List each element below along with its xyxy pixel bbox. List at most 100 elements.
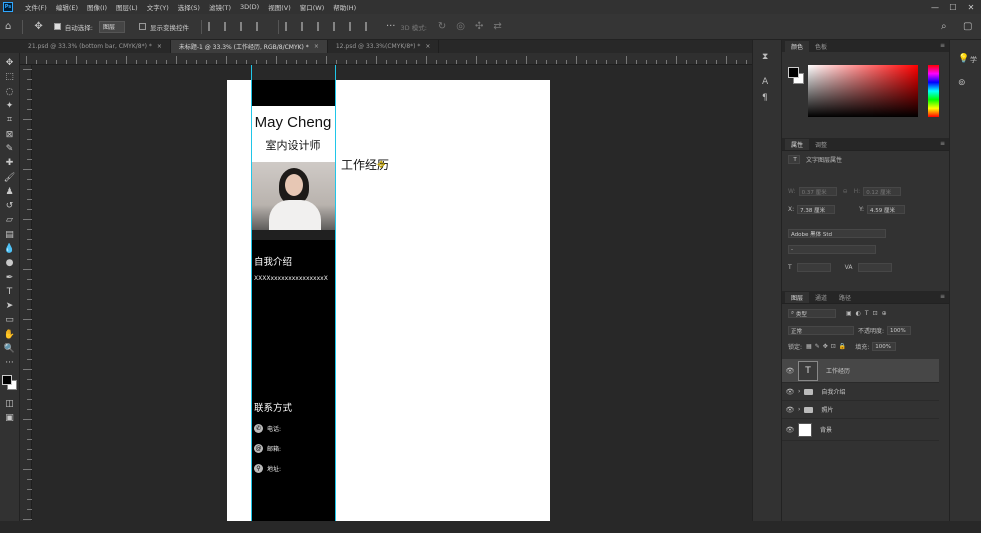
panel-menu-icon[interactable]: ≡ [940,293,945,300]
crop-tool-icon[interactable]: ⌗ [3,113,17,127]
link-icon[interactable]: ⊖ [843,188,848,195]
minimize-button[interactable]: — [928,0,942,14]
distribute-icon[interactable] [255,22,265,31]
align-right-icon[interactable] [239,22,249,31]
menu-edit[interactable]: 编辑(E) [56,2,78,12]
align-hcenter-icon[interactable] [223,22,233,31]
layer-group-intro[interactable]: 👁 › 自我介绍 [782,383,939,401]
blend-mode-dropdown[interactable]: 正常 [788,326,854,335]
hue-slider[interactable] [928,65,939,117]
layer-work-experience[interactable]: 👁 T 工作经历 [782,359,939,383]
tab-21-psd[interactable]: 21.psd @ 33.3% (bottom bar, CMYK/8*) * × [20,40,171,53]
maximize-button[interactable]: ☐ [946,0,960,14]
foreground-color[interactable] [788,67,799,78]
menu-filter[interactable]: 滤镜(T) [209,2,231,12]
lasso-tool-icon[interactable]: ◌ [3,85,17,99]
document-page[interactable]: May Cheng 室内设计师 自我介绍 XXXXxxxxxxxxxxxxxxx… [227,80,550,521]
libraries-icon[interactable]: ⊚ [958,78,966,88]
learn-label[interactable]: 学 [970,55,977,65]
eye-icon[interactable]: 👁 [782,367,798,375]
layer-group-photo[interactable]: 👁 › 照片 [782,401,939,419]
align-vcenter-icon[interactable] [300,22,310,31]
menu-select[interactable]: 选择(S) [178,2,200,12]
close-button[interactable]: ✕ [964,0,978,14]
eraser-icon[interactable]: ▱ [3,213,17,227]
history-brush-icon[interactable]: ↺ [3,199,17,213]
menu-view[interactable]: 视图(V) [268,2,291,12]
tab-paths[interactable]: 路径 [833,292,857,303]
color-swatches[interactable] [1,374,18,391]
quick-mask-icon[interactable]: ◫ [3,397,17,411]
foreground-color[interactable] [1,374,12,385]
paragraph-panel-icon[interactable]: ¶ [762,93,768,103]
gradient-icon[interactable]: ▤ [3,228,17,242]
frame-tool-icon[interactable]: ⊠ [3,127,17,141]
character-panel-icon[interactable]: A [762,77,768,87]
brush-tool-icon[interactable]: 🖌 [3,170,17,184]
marquee-tool-icon[interactable]: ⬚ [3,70,17,84]
eye-icon[interactable]: 👁 [782,388,798,396]
close-tab-icon[interactable]: × [425,43,430,50]
h-field[interactable]: 0.12 厘米 [863,187,902,196]
path-select-icon[interactable]: ➤ [3,299,17,313]
eye-icon[interactable]: 👁 [782,426,798,434]
search-icon[interactable]: ⌕ [941,21,947,32]
color-picker-field[interactable] [808,65,918,117]
type-tool-icon[interactable]: T [3,285,17,299]
zoom-tool-icon[interactable]: 🔍 [3,342,17,356]
align-bottom-icon[interactable] [316,22,326,31]
home-icon[interactable]: ⌂ [5,21,11,32]
lock-icons[interactable]: ▦✎✥⊡🔒 [806,343,849,350]
align-left-icon[interactable] [207,22,217,31]
move-tool-icon[interactable]: ✥ [3,56,17,70]
pen-tool-icon[interactable]: ✒ [3,270,17,284]
layer-background[interactable]: 👁 背景 [782,419,939,441]
menu-layer[interactable]: 图层(L) [116,2,138,12]
auto-select-checkbox[interactable] [53,23,61,30]
tab-adjustments[interactable]: 调整 [809,139,833,150]
font-style-dropdown[interactable]: - [788,245,876,254]
panel-menu-icon[interactable]: ≡ [940,140,945,147]
tab-12-psd[interactable]: 12.psd @ 33.3%(CMYK/8*) * × [328,40,440,53]
tab-color[interactable]: 颜色 [785,41,810,52]
menu-file[interactable]: 文件(F) [25,2,47,12]
menu-3d[interactable]: 3D(D) [240,3,259,11]
hand-tool-icon[interactable]: ✋ [3,328,17,342]
align-baseline-icon[interactable] [332,22,342,31]
tab-layers[interactable]: 图层 [785,292,810,303]
distribute-spacing-icon[interactable] [364,22,374,31]
font-size-field[interactable] [796,263,831,272]
more-options-icon[interactable]: ··· [386,21,396,32]
move-tool-icon[interactable]: ✥ [34,21,42,32]
guide-line-right[interactable] [335,65,336,521]
more-tools-icon[interactable]: ··· [3,356,17,370]
healing-brush-icon[interactable]: ✚ [3,156,17,170]
history-panel-icon[interactable]: ⧗ [762,52,768,62]
layer-filter-dropdown[interactable]: ⌕ 类型 [788,309,836,318]
opacity-field[interactable]: 100% [887,326,912,335]
tab-properties[interactable]: 属性 [785,139,810,150]
eye-icon[interactable]: 👁 [782,406,798,414]
tracking-field[interactable] [857,263,892,272]
align-top-icon[interactable] [284,22,294,31]
y-field[interactable]: 4.59 厘米 [867,205,906,214]
workspace-icon[interactable]: ▢ [963,21,972,32]
expand-chevron-icon[interactable]: › [798,406,800,413]
blur-icon[interactable]: 💧 [3,242,17,256]
dodge-icon[interactable]: ● [3,256,17,270]
menu-help[interactable]: 帮助(H) [333,2,356,12]
expand-chevron-icon[interactable]: › [798,388,800,395]
screen-mode-icon[interactable]: ▣ [3,411,17,425]
canvas-area[interactable]: May Cheng 室内设计师 自我介绍 XXXXxxxxxxxxxxxxxxx… [32,65,752,521]
tab-channels[interactable]: 通道 [809,292,833,303]
guide-line-left[interactable] [251,65,252,521]
menu-window[interactable]: 窗口(W) [300,2,325,12]
x-field[interactable]: 7.38 厘米 [797,205,836,214]
lightbulb-icon[interactable]: 💡 [958,54,969,64]
menu-image[interactable]: 图像(I) [87,2,107,12]
show-transform-checkbox[interactable] [138,23,146,30]
w-field[interactable]: 0.37 厘米 [798,187,837,196]
auto-select-dropdown[interactable]: 图层 [98,20,125,33]
fill-field[interactable]: 100% [872,342,897,351]
eyedropper-icon[interactable]: ✎ [3,142,17,156]
